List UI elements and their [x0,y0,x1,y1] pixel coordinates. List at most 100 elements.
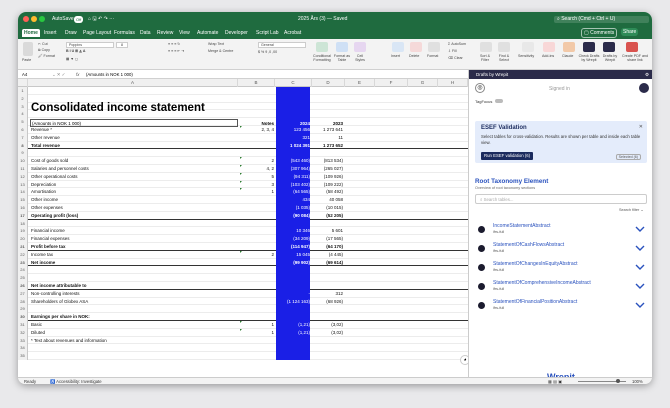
cell-notes[interactable] [240,243,274,251]
cell-label[interactable]: Operating profit (loss) [31,212,231,220]
user-avatar-icon[interactable]: ◎ [475,83,485,93]
drafts-by-wrepit-icon[interactable] [603,42,615,52]
cell-notes[interactable] [240,274,274,282]
cell-prior-year[interactable] [313,266,343,274]
row-number[interactable]: 4 [18,110,28,119]
column-header-a[interactable]: A [28,79,238,87]
claude-icon[interactable] [563,42,575,52]
cell-prior-year[interactable]: (64 170) [313,243,343,251]
cell-prior-year[interactable]: (10 015) [313,204,343,212]
cell-label[interactable] [31,266,231,274]
cell-styles-icon[interactable] [354,42,366,52]
cell-notes[interactable] [240,220,274,228]
row-number[interactable]: 15 [18,196,28,204]
font-name-select[interactable]: Poppins [66,42,114,48]
autosum-button[interactable]: Σ AutoSum [448,42,466,46]
cell-notes[interactable] [240,196,274,204]
cell-prior-year[interactable]: (813 534) [313,157,343,165]
row-number[interactable]: 25 [18,274,28,282]
chevron-down-icon[interactable] [635,263,645,271]
cell-prior-year[interactable]: (69 614) [313,259,343,267]
column-header-e[interactable]: E [345,79,375,87]
cell-current-year[interactable]: 123 456 [276,126,310,134]
cell-notes[interactable] [240,298,274,306]
cell-notes[interactable] [240,337,274,345]
spreadsheet-grid[interactable]: A B C D E F G H 1 2 3 4 5 6 Revenue * 2, 3, 4 12… [18,79,468,377]
cell-label[interactable]: Depreciation [31,181,231,189]
cell-prior-year[interactable]: 5 601 [313,227,343,235]
cell-notes[interactable] [240,344,274,352]
minimize-window-icon[interactable] [31,16,37,22]
format-cells-icon[interactable] [428,42,440,52]
cell-current-year[interactable]: (99 902) [276,258,310,267]
row-number[interactable]: 19 [18,227,28,236]
tab-home[interactable]: Home [22,29,40,37]
search-box[interactable]: ⌕ Search (Cmd + Ctrl + U) [554,16,649,23]
cell-current-year[interactable]: (543 460) [276,157,310,165]
cell-current-year[interactable]: (34 209) [276,235,310,243]
row-number[interactable]: 26 [18,282,28,290]
cell-prior-year[interactable]: (265 027) [313,165,343,173]
row-number[interactable]: 33 [18,336,28,345]
cell-prior-year[interactable]: 40 058 [313,196,343,204]
cell-current-year[interactable]: 15 045 [276,250,310,259]
tab-acrobat[interactable]: Acrobat [282,29,303,37]
column-header-c[interactable]: C [275,79,312,87]
row-number[interactable]: 23 [18,258,28,267]
cell-prior-year[interactable] [313,220,343,228]
row-number[interactable]: 27 [18,289,28,298]
number-format-buttons[interactable]: $ % 9 ,0 ,00 [258,50,277,54]
find-select-icon[interactable] [498,42,510,52]
cell-notes[interactable]: 4, 2 [240,165,274,173]
row-number[interactable]: 16 [18,204,28,212]
cell-label[interactable]: Non-controlling interests [31,290,231,298]
cell-notes[interactable] [240,87,274,95]
cell-notes[interactable] [240,352,274,360]
chevron-down-icon[interactable] [635,244,645,252]
cell-notes[interactable]: 2 [240,157,274,165]
cell-prior-year[interactable]: (109 926) [313,173,343,181]
cell-label[interactable]: Other revenue [31,134,231,142]
insert-cells-icon[interactable] [392,42,404,52]
addins-icon[interactable] [543,42,555,52]
tagfocus-toggle[interactable] [495,99,503,103]
cell-label[interactable]: Net income attributable to [31,282,231,290]
cell-current-year[interactable] [276,282,310,290]
taxonomy-element-item[interactable]: IncomeStatementAbstract ifrs-full [475,221,647,239]
cell-prior-year[interactable]: (68 926) [313,298,343,306]
row-number[interactable]: 29 [18,305,28,314]
close-window-icon[interactable] [23,16,29,22]
row-number[interactable]: 5 [18,118,28,126]
home-icon[interactable]: ⌂ 🖫 ↶ ↷ ··· [88,16,114,23]
view-mode-icons[interactable]: ▦ ▤ ▣ [548,378,562,385]
tab-review[interactable]: Review [155,29,175,37]
cell-prior-year[interactable]: (109 222) [313,181,343,189]
column-header-h[interactable]: H [438,79,468,87]
tab-data[interactable]: Data [138,29,153,37]
cell-notes[interactable]: 5 [240,173,274,181]
cell-prior-year[interactable] [313,313,343,321]
tab-developer[interactable]: Developer [223,29,250,37]
tab-automate[interactable]: Automate [195,29,220,37]
conditional-formatting-icon[interactable] [316,42,328,52]
cell-prior-year[interactable] [313,149,343,157]
tab-insert[interactable]: Insert [42,29,59,37]
column-header-f[interactable]: F [375,79,408,87]
autosave-toggle[interactable]: Off [74,16,84,23]
row-number[interactable]: 9 [18,149,28,158]
cell-current-year[interactable]: (90 084) [276,211,310,220]
merge-center-button[interactable]: Merge & Centre [208,49,233,53]
cell-notes[interactable] [240,313,274,321]
cell-current-year[interactable] [276,344,310,353]
cell-label[interactable]: Amortisation [31,188,231,196]
row-number[interactable]: 24 [18,266,28,275]
cell-prior-year[interactable]: (3,02) [313,329,343,337]
cell-notes[interactable]: 2, 3, 4 [240,126,274,134]
cell-prior-year[interactable] [313,87,343,95]
border-fill-buttons[interactable]: ▦ ▼ ◻ [66,57,78,61]
fill-button[interactable]: ⇩ Fill [448,49,457,53]
year-current-header[interactable]: 2024 [276,120,310,127]
cell-notes[interactable] [240,95,274,103]
cell-current-year[interactable] [276,352,310,360]
cell-prior-year[interactable]: (17 565) [313,235,343,243]
